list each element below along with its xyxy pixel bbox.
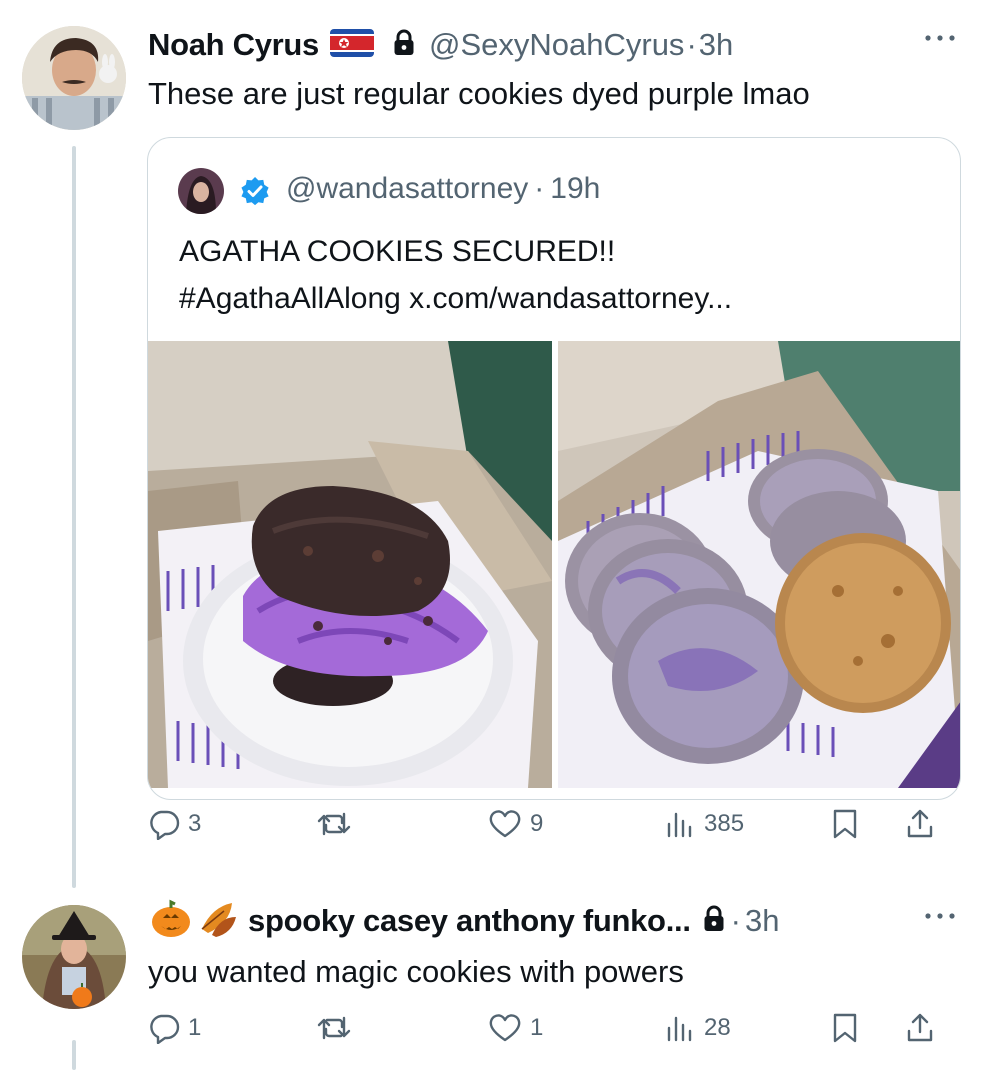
bookmark-icon	[830, 1012, 860, 1044]
thread-line	[72, 146, 76, 888]
display-name[interactable]: spooky casey anthony funko...	[248, 903, 691, 939]
share-button[interactable]	[904, 808, 936, 840]
timestamp[interactable]: 3h	[745, 903, 779, 939]
bookmark-icon	[830, 808, 860, 840]
bookmark-button[interactable]	[830, 1012, 860, 1044]
pumpkin-emoji	[150, 899, 192, 944]
tweet-header: Noah Cyrus @SexyNoahCyrus · 3h	[148, 24, 733, 66]
quote-handle[interactable]: @wandasattorney	[286, 172, 528, 206]
reply-count: 3	[188, 810, 202, 837]
like-button[interactable]: 9	[488, 808, 543, 840]
share-icon	[904, 1012, 936, 1044]
timestamp[interactable]: 3h	[699, 27, 733, 63]
retweet-icon	[316, 1012, 352, 1044]
heart-icon	[488, 1012, 522, 1044]
quote-timestamp[interactable]: 19h	[550, 172, 600, 206]
tweet-text: you wanted magic cookies with powers	[148, 954, 684, 989]
lock-icon	[393, 29, 415, 62]
like-button[interactable]: 1	[488, 1012, 543, 1044]
reply-icon	[148, 808, 180, 840]
tweet-text: These are just regular cookies dyed purp…	[148, 76, 810, 111]
bookmark-button[interactable]	[830, 808, 860, 840]
quote-avatar[interactable]	[178, 168, 224, 214]
display-name[interactable]: Noah Cyrus	[148, 27, 319, 63]
tweet-actions: 1 1 28	[148, 1012, 961, 1052]
quoted-tweet[interactable]: @wandasattorney · 19h AGATHA COOKIES SEC…	[147, 137, 961, 800]
separator: ·	[534, 172, 545, 205]
quote-text-line-2[interactable]: #AgathaAllAlong x.com/wandasattorney...	[179, 277, 732, 321]
verified-badge-icon	[240, 176, 270, 211]
share-button[interactable]	[904, 1012, 936, 1044]
fallen-leaf-emoji	[198, 899, 240, 944]
north-korea-flag-icon	[329, 28, 375, 63]
retweet-icon	[316, 808, 352, 840]
avatar[interactable]	[22, 905, 126, 1009]
like-count: 1	[530, 1014, 544, 1041]
more-icon[interactable]	[920, 906, 960, 931]
separator: ·	[730, 903, 741, 938]
heart-icon	[488, 808, 522, 840]
tweet-actions: 3 9 385	[148, 808, 961, 848]
views-count: 28	[704, 1014, 731, 1041]
avatar[interactable]	[22, 26, 126, 130]
handle[interactable]: @SexyNoahCyrus	[429, 27, 684, 63]
retweet-button[interactable]	[316, 808, 360, 840]
views-button[interactable]: 385	[664, 808, 744, 840]
reply-count: 1	[188, 1014, 202, 1041]
retweet-button[interactable]	[316, 1012, 360, 1044]
media-image-cookie-box[interactable]	[558, 341, 960, 788]
reply-button[interactable]: 3	[148, 808, 201, 840]
share-icon	[904, 808, 936, 840]
views-count: 385	[704, 810, 745, 837]
reply-icon	[148, 1012, 180, 1044]
views-icon	[664, 1012, 696, 1044]
thread-line	[72, 1040, 76, 1070]
tweet-header: spooky casey anthony funko... · 3h	[150, 899, 779, 944]
views-button[interactable]: 28	[664, 1012, 731, 1044]
like-count: 9	[530, 810, 544, 837]
views-icon	[664, 808, 696, 840]
media-image-ice-cream-sandwich[interactable]	[148, 341, 552, 788]
reply-button[interactable]: 1	[148, 1012, 201, 1044]
lock-icon	[703, 905, 725, 938]
separator: ·	[686, 27, 697, 62]
more-icon[interactable]	[920, 28, 960, 53]
quote-text-line-1: AGATHA COOKIES SECURED!!	[179, 235, 616, 268]
quote-header: @wandasattorney · 19h	[286, 172, 600, 206]
